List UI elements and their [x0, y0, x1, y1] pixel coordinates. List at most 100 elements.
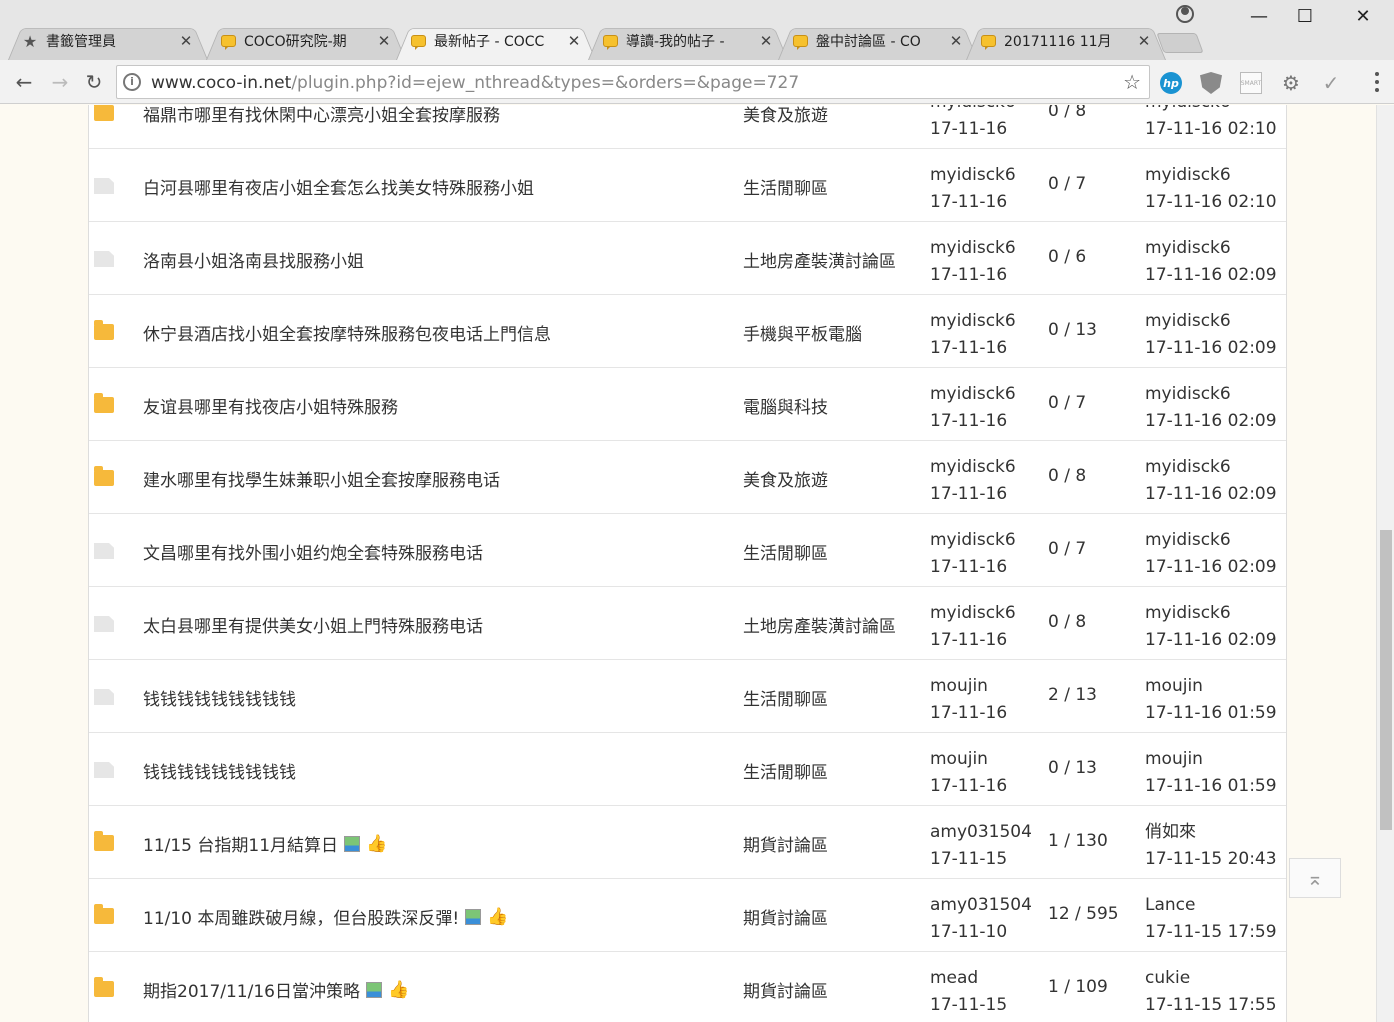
last-post-time[interactable]: 17-11-16 02:09	[1145, 484, 1277, 504]
tab-0[interactable]: ★ 書籤管理員 ✕	[8, 22, 208, 60]
thread-subject-link[interactable]: 福鼎市哪里有找休閑中心漂亮小姐全套按摩服務	[143, 105, 500, 126]
tab-close-icon[interactable]: ✕	[948, 32, 964, 50]
last-post-time[interactable]: 17-11-16 02:09	[1145, 630, 1277, 650]
last-poster-link[interactable]: myidisck6	[1145, 105, 1231, 112]
last-poster-link[interactable]: myidisck6	[1145, 384, 1231, 404]
forum-link[interactable]: 土地房產裝潢討論區	[743, 612, 896, 637]
author-link[interactable]: myidisck6	[930, 457, 1016, 477]
tab-4[interactable]: 盤中討論區 - CO ✕	[778, 22, 978, 60]
author-link[interactable]: mead	[930, 968, 978, 988]
vertical-scrollbar[interactable]	[1376, 105, 1394, 1022]
last-post-time[interactable]: 17-11-16 02:09	[1145, 411, 1277, 431]
author-link[interactable]: myidisck6	[930, 530, 1016, 550]
last-poster-link[interactable]: cukie	[1145, 968, 1190, 988]
back-to-top-button[interactable]: ⌅	[1289, 858, 1341, 898]
tab-2[interactable]: 最新帖子 - COCC ✕	[396, 22, 596, 60]
last-poster-link[interactable]: 俏如來	[1145, 822, 1196, 842]
bookmark-star-icon[interactable]: ☆	[1123, 70, 1141, 94]
forum-link[interactable]: 生活閒聊區	[743, 539, 828, 564]
tab-1[interactable]: COCO研究院-期 ✕	[206, 22, 406, 60]
last-post-time[interactable]: 17-11-16 01:59	[1145, 703, 1277, 723]
new-tab-button[interactable]	[1156, 33, 1204, 53]
thread-subject-link[interactable]: 洛南县小姐洛南县找服務小姐	[143, 247, 364, 272]
tab-3[interactable]: 導讀-我的帖子 - ✕	[588, 22, 788, 60]
url-text[interactable]: www.coco-in.net/plugin.php?id=ejew_nthre…	[151, 73, 799, 93]
author-link[interactable]: myidisck6	[930, 311, 1016, 331]
maximize-button[interactable]: ☐	[1282, 0, 1328, 32]
author-link[interactable]: amy031504	[930, 895, 1032, 915]
forum-link[interactable]: 美食及旅遊	[743, 105, 828, 126]
forum-link[interactable]: 期貨討論區	[743, 831, 828, 856]
back-icon[interactable]: ←	[10, 68, 38, 96]
last-post-time[interactable]: 17-11-16 02:10	[1145, 119, 1277, 139]
last-poster-link[interactable]: myidisck6	[1145, 165, 1231, 185]
author-cell: myidisck6 17-11-16	[930, 454, 1016, 508]
author-link[interactable]: myidisck6	[930, 238, 1016, 258]
thread-subject-link[interactable]: 钱钱钱钱钱钱钱钱钱	[143, 685, 296, 710]
forum-link[interactable]: 生活閒聊區	[743, 174, 828, 199]
shield-extension-icon[interactable]	[1200, 72, 1222, 94]
tab-close-icon[interactable]: ✕	[376, 32, 392, 50]
thread-subject-link[interactable]: 钱钱钱钱钱钱钱钱钱	[143, 758, 296, 783]
last-post-time[interactable]: 17-11-16 02:09	[1145, 557, 1277, 577]
hp-extension-icon[interactable]: hp	[1160, 72, 1182, 94]
thread-subject-link[interactable]: 休宁县酒店找小姐全套按摩特殊服務包夜电话上門信息	[143, 320, 551, 345]
author-link[interactable]: myidisck6	[930, 603, 1016, 623]
last-poster-link[interactable]: moujin	[1145, 749, 1203, 769]
forward-icon[interactable]: →	[46, 68, 74, 96]
last-post-time[interactable]: 17-11-15 17:59	[1145, 922, 1277, 942]
last-post-time[interactable]: 17-11-16 02:09	[1145, 338, 1277, 358]
author-link[interactable]: moujin	[930, 749, 988, 769]
thread-subject-link[interactable]: 白河县哪里有夜店小姐全套怎么找美女特殊服務小姐	[143, 174, 534, 199]
thread-subject-link[interactable]: 11/15 台指期11月結算日 👍	[143, 831, 387, 857]
forum-link[interactable]: 期貨討論區	[743, 904, 828, 929]
thread-subject-link[interactable]: 期指2017/11/16日當沖策略 👍	[143, 977, 409, 1003]
address-bar[interactable]: i www.coco-in.net/plugin.php?id=ejew_nth…	[116, 65, 1150, 99]
scrollbar-thumb[interactable]	[1380, 530, 1392, 830]
close-window-button[interactable]: ✕	[1340, 0, 1386, 32]
thread-subject-link[interactable]: 文昌哪里有找外围小姐约炮全套特殊服務电话	[143, 539, 483, 564]
forum-link[interactable]: 生活閒聊區	[743, 685, 828, 710]
last-post-time[interactable]: 17-11-16 02:09	[1145, 265, 1277, 285]
last-poster-link[interactable]: moujin	[1145, 676, 1203, 696]
thread-subject-link[interactable]: 11/10 本周雖跌破月線，但台股跌深反彈! 👍	[143, 904, 508, 930]
forum-link[interactable]: 土地房產裝潢討論區	[743, 247, 896, 272]
last-post-time[interactable]: 17-11-15 17:55	[1145, 995, 1277, 1015]
last-post-cell: cukie 17-11-15 17:55	[1145, 965, 1277, 1019]
minimize-button[interactable]: —	[1236, 0, 1282, 32]
author-link[interactable]: moujin	[930, 676, 988, 696]
last-poster-link[interactable]: myidisck6	[1145, 530, 1231, 550]
forum-link[interactable]: 電腦與科技	[743, 393, 828, 418]
author-link[interactable]: amy031504	[930, 822, 1032, 842]
site-info-icon[interactable]: i	[123, 73, 141, 91]
thread-subject-link[interactable]: 太白县哪里有提供美女小姐上門特殊服務电话	[143, 612, 483, 637]
last-poster-link[interactable]: Lance	[1145, 895, 1195, 915]
profile-icon[interactable]	[1174, 3, 1196, 25]
browser-menu-icon[interactable]	[1374, 72, 1380, 92]
tab-5[interactable]: 20171116 11月 ✕	[966, 22, 1166, 60]
last-poster-link[interactable]: myidisck6	[1145, 238, 1231, 258]
last-post-time[interactable]: 17-11-16 02:10	[1145, 192, 1277, 212]
last-post-time[interactable]: 17-11-15 20:43	[1145, 849, 1277, 869]
tab-close-icon[interactable]: ✕	[178, 32, 194, 50]
author-link[interactable]: myidisck6	[930, 165, 1016, 185]
forum-link[interactable]: 期貨討論區	[743, 977, 828, 1002]
tab-close-icon[interactable]: ✕	[1136, 32, 1152, 50]
forum-link[interactable]: 生活閒聊區	[743, 758, 828, 783]
tab-close-icon[interactable]: ✕	[758, 32, 774, 50]
last-poster-link[interactable]: myidisck6	[1145, 457, 1231, 477]
smart-extension-icon[interactable]: SMART	[1240, 72, 1262, 94]
last-poster-link[interactable]: myidisck6	[1145, 603, 1231, 623]
author-link[interactable]: myidisck6	[930, 105, 1016, 112]
last-poster-link[interactable]: myidisck6	[1145, 311, 1231, 331]
tab-close-icon[interactable]: ✕	[566, 32, 582, 50]
thread-subject-link[interactable]: 友谊县哪里有找夜店小姐特殊服務	[143, 393, 398, 418]
reload-icon[interactable]: ↻	[80, 68, 108, 96]
gear-extension-icon[interactable]: ⚙	[1280, 71, 1302, 95]
forum-link[interactable]: 美食及旅遊	[743, 466, 828, 491]
forum-link[interactable]: 手機與平板電腦	[743, 320, 862, 345]
author-link[interactable]: myidisck6	[930, 384, 1016, 404]
check-extension-icon[interactable]: ✓	[1320, 71, 1342, 95]
last-post-time[interactable]: 17-11-16 01:59	[1145, 776, 1277, 796]
thread-subject-link[interactable]: 建水哪里有找學生妹兼职小姐全套按摩服務电话	[143, 466, 500, 491]
